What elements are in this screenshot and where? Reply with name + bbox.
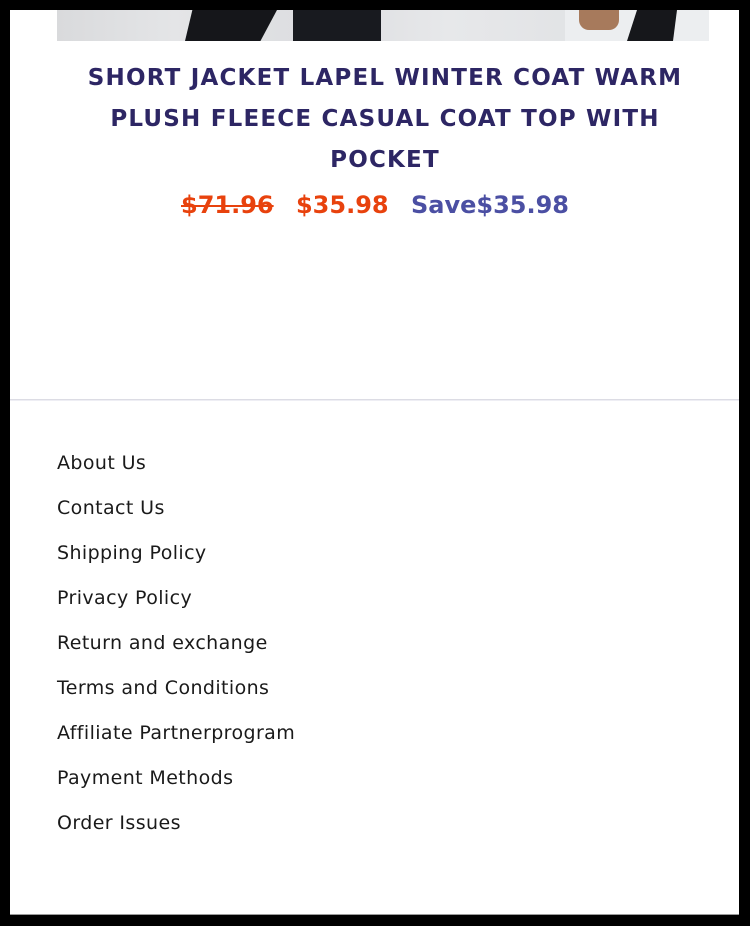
footer-link-item: Payment Methods [57, 762, 295, 807]
footer-link-item: Privacy Policy [57, 582, 295, 627]
footer-link-item: Contact Us [57, 492, 295, 537]
page-bottom-border [10, 914, 739, 915]
product-photo-detail [185, 10, 277, 41]
footer-link-about-us[interactable]: About Us [57, 452, 146, 474]
product-image[interactable] [57, 10, 709, 41]
footer-link-payment-methods[interactable]: Payment Methods [57, 767, 233, 789]
footer-link-shipping-policy[interactable]: Shipping Policy [57, 542, 207, 564]
footer-link-item: Order Issues [57, 807, 295, 852]
footer-link-order-issues[interactable]: Order Issues [57, 812, 181, 834]
footer-divider [10, 399, 739, 401]
original-price: $71.96 [181, 191, 274, 219]
product-title: SHORT JACKET LAPEL WINTER COAT WARM PLUS… [87, 65, 683, 173]
footer-link-item: Affiliate Partnerprogram [57, 717, 295, 762]
footer-link-affiliate[interactable]: Affiliate Partnerprogram [57, 722, 295, 744]
price-row: $71.96 $35.98 Save$35.98 [10, 188, 739, 222]
footer-link-privacy-policy[interactable]: Privacy Policy [57, 587, 192, 609]
sale-price: $35.98 [295, 191, 389, 219]
footer-link-contact-us[interactable]: Contact Us [57, 497, 165, 519]
footer-link-terms[interactable]: Terms and Conditions [57, 677, 269, 699]
footer-link-item: Shipping Policy [57, 537, 295, 582]
footer-link-return-exchange[interactable]: Return and exchange [57, 632, 268, 654]
savings-label: Save$35.98 [410, 191, 569, 219]
footer-links: About Us Contact Us Shipping Policy Priv… [57, 447, 295, 852]
product-photo-detail [293, 10, 381, 41]
footer-link-item: Return and exchange [57, 627, 295, 672]
page: SHORT JACKET LAPEL WINTER COAT WARM PLUS… [10, 10, 739, 915]
footer-link-item: About Us [57, 447, 295, 492]
footer-link-item: Terms and Conditions [57, 672, 295, 717]
product-photo-detail [579, 10, 619, 30]
